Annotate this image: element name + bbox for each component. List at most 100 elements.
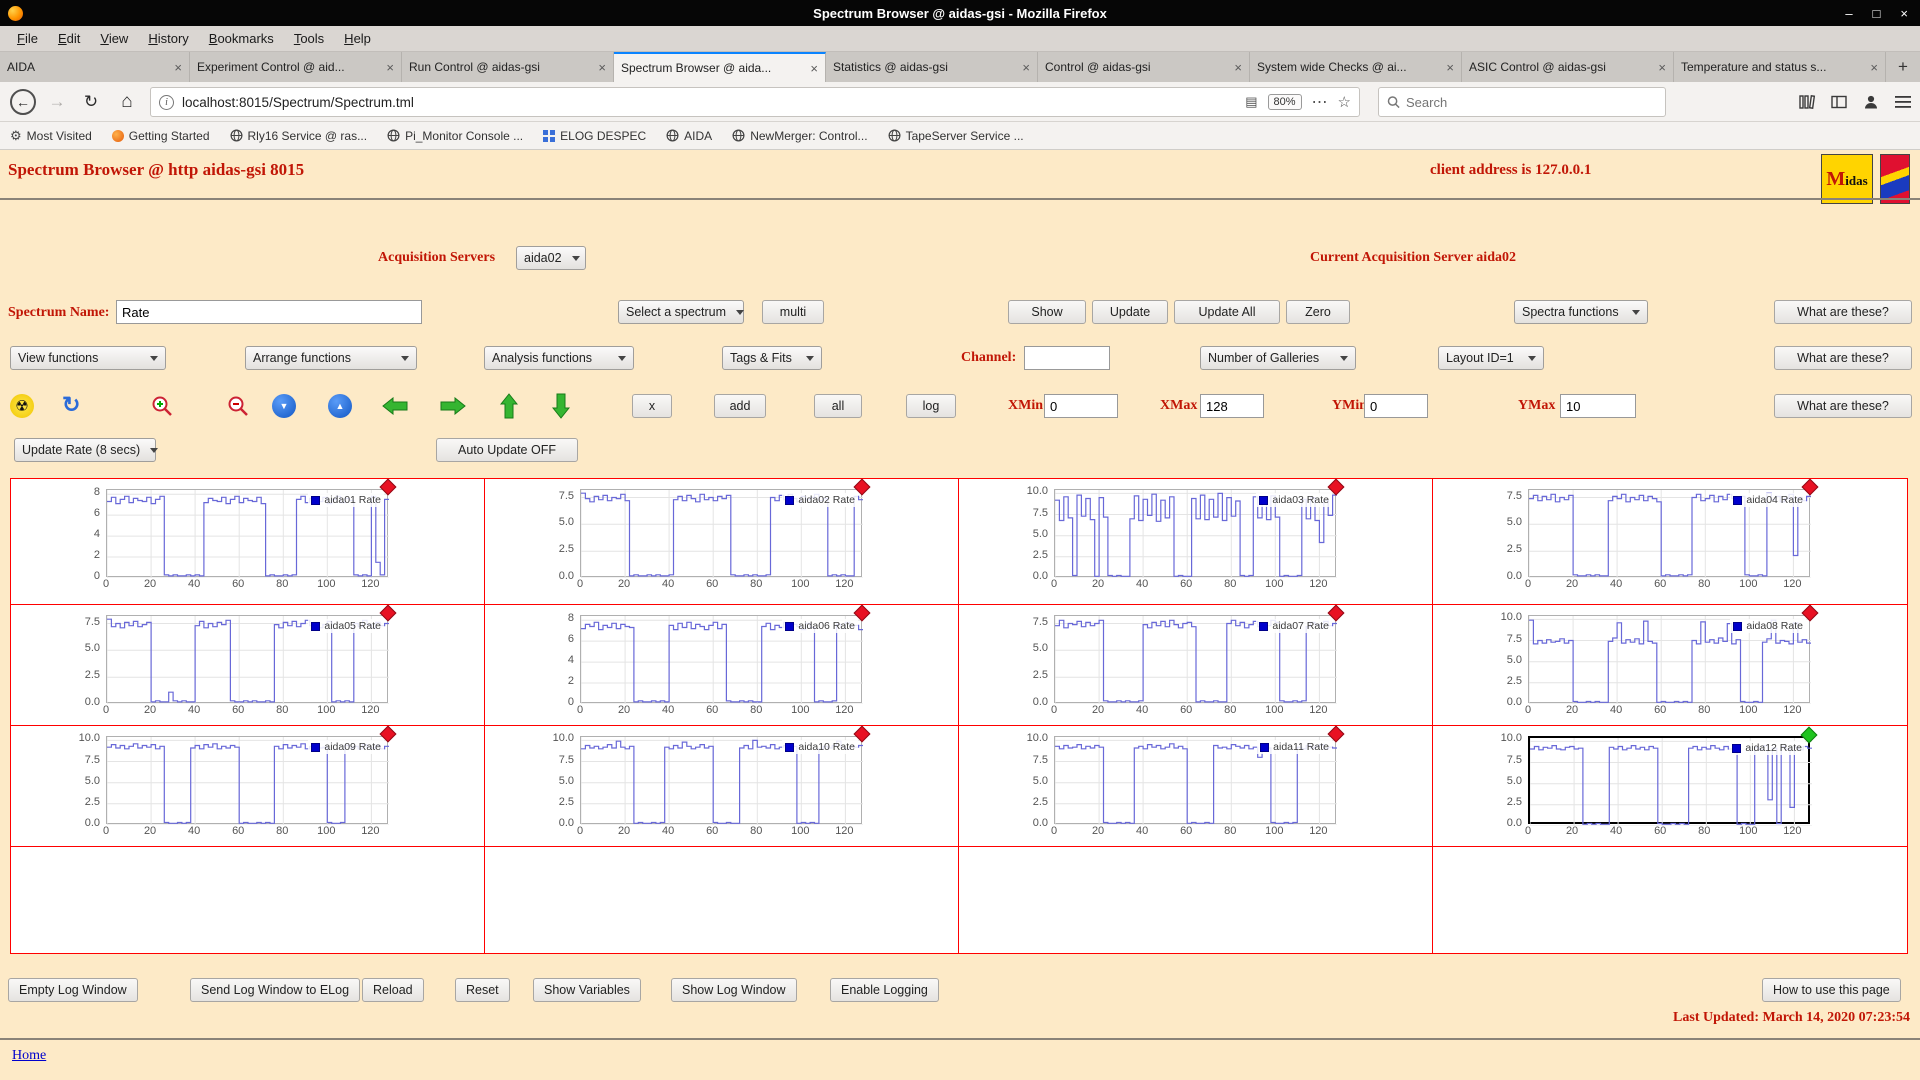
window-minimize-button[interactable]: –: [1845, 6, 1852, 21]
shift-up-icon[interactable]: ▲: [328, 394, 352, 418]
bookmark-aida[interactable]: AIDA: [666, 129, 712, 143]
move-up-icon[interactable]: [499, 393, 519, 422]
how-to-use-button[interactable]: How to use this page: [1762, 978, 1901, 1002]
account-icon[interactable]: [1856, 87, 1886, 117]
tab-temperature[interactable]: Temperature and status s... ×: [1674, 52, 1886, 82]
arrange-functions-select[interactable]: Arrange functions: [245, 346, 417, 370]
auto-update-button[interactable]: Auto Update OFF: [436, 438, 578, 462]
tab-close-icon[interactable]: ×: [810, 61, 818, 76]
bookmark-tapeserver[interactable]: TapeServer Service ...: [888, 129, 1024, 143]
chart-plot-area[interactable]: aida07 Rate: [1054, 604, 1345, 705]
chart-plot-area[interactable]: aida09 Rate: [106, 725, 397, 826]
reset-button[interactable]: Reset: [455, 978, 510, 1002]
chart-plot-area[interactable]: aida11 Rate: [1054, 725, 1345, 826]
chart-aida06[interactable]: 8 6 4 2 0 aida06 Rate 0 20 40 60 80 100 120: [568, 604, 871, 717]
tab-close-icon[interactable]: ×: [1658, 60, 1666, 75]
tab-statistics[interactable]: Statistics @ aidas-gsi ×: [826, 52, 1038, 82]
sidebar-icon[interactable]: [1824, 87, 1854, 117]
what-are-these-button-3[interactable]: What are these?: [1774, 394, 1912, 418]
url-bar[interactable]: i localhost:8015/Spectrum/Spectrum.tml ▤…: [150, 87, 1360, 117]
tab-close-icon[interactable]: ×: [174, 60, 182, 75]
zoom-level-badge[interactable]: 80%: [1267, 94, 1302, 110]
forward-button[interactable]: →: [42, 87, 72, 117]
spectra-functions-select[interactable]: Spectra functions: [1514, 300, 1648, 324]
ymin-input[interactable]: [1364, 394, 1428, 418]
move-right-icon[interactable]: [440, 396, 466, 418]
channel-input[interactable]: [1024, 346, 1110, 370]
chart-plot-area[interactable]: aida04 Rate: [1528, 478, 1819, 579]
bookmark-star-icon[interactable]: ☆: [1338, 93, 1351, 111]
move-left-icon[interactable]: [382, 396, 408, 418]
tab-close-icon[interactable]: ×: [1446, 60, 1454, 75]
xmax-input[interactable]: [1200, 394, 1264, 418]
menu-view[interactable]: View: [91, 28, 137, 49]
tab-close-icon[interactable]: ×: [1870, 60, 1878, 75]
tab-experiment-control[interactable]: Experiment Control @ aid... ×: [190, 52, 402, 82]
what-are-these-button-2[interactable]: What are these?: [1774, 346, 1912, 370]
menu-edit[interactable]: Edit: [49, 28, 89, 49]
chart-plot-area[interactable]: aida10 Rate: [580, 725, 871, 826]
chart-plot-area[interactable]: aida02 Rate: [580, 478, 871, 579]
ymax-input[interactable]: [1560, 394, 1636, 418]
enable-logging-button[interactable]: Enable Logging: [830, 978, 939, 1002]
zoom-out-icon[interactable]: [226, 394, 250, 421]
update-button[interactable]: Update: [1092, 300, 1168, 324]
tab-close-icon[interactable]: ×: [1022, 60, 1030, 75]
acquisition-server-select[interactable]: aida02: [516, 246, 586, 270]
chart-aida01[interactable]: 8 6 4 2 0 aida01 Rate 0 20 40 60 80 100 120: [94, 478, 397, 591]
tab-spectrum-browser[interactable]: Spectrum Browser @ aida... ×: [614, 52, 826, 82]
search-bar[interactable]: [1378, 87, 1666, 117]
all-button[interactable]: all: [814, 394, 862, 418]
bookmark-rly16-service[interactable]: Rly16 Service @ ras...: [230, 129, 367, 143]
update-all-button[interactable]: Update All: [1174, 300, 1280, 324]
xmin-input[interactable]: [1044, 394, 1118, 418]
menu-help[interactable]: Help: [335, 28, 380, 49]
tab-run-control[interactable]: Run Control @ aidas-gsi ×: [402, 52, 614, 82]
back-button[interactable]: ←: [8, 87, 38, 117]
chart-plot-area[interactable]: aida05 Rate: [106, 604, 397, 705]
select-a-spectrum-select[interactable]: Select a spectrum: [618, 300, 745, 324]
bookmark-pi-monitor[interactable]: Pi_Monitor Console ...: [387, 129, 523, 143]
update-rate-select[interactable]: Update Rate (8 secs): [14, 438, 159, 462]
show-variables-button[interactable]: Show Variables: [533, 978, 641, 1002]
chart-aida12[interactable]: 10.0 7.5 5.0 2.5 0.0 aida12 Rate 0 20 40 60 80 100 1…: [1501, 726, 1818, 838]
chart-aida08[interactable]: 10.0 7.5 5.0 2.5 0.0 aida08 Rate 0 20 40 60 80 100 1…: [1501, 604, 1819, 717]
menu-bookmarks[interactable]: Bookmarks: [200, 28, 283, 49]
library-icon[interactable]: [1792, 87, 1822, 117]
layout-id-select[interactable]: Layout ID=1: [1438, 346, 1544, 370]
tags-fits-select[interactable]: Tags & Fits: [722, 346, 822, 370]
window-maximize-button[interactable]: □: [1873, 6, 1881, 21]
chart-plot-area[interactable]: aida06 Rate: [580, 604, 871, 705]
move-down-icon[interactable]: [551, 393, 571, 422]
fzj-logo[interactable]: [1880, 154, 1910, 204]
spectrum-name-input[interactable]: [116, 300, 422, 324]
url-text[interactable]: localhost:8015/Spectrum/Spectrum.tml: [182, 95, 1237, 110]
add-button[interactable]: add: [714, 394, 766, 418]
chart-plot-area[interactable]: aida08 Rate: [1528, 604, 1819, 705]
page-actions-icon[interactable]: ⋯: [1312, 92, 1328, 112]
bookmark-getting-started[interactable]: Getting Started: [111, 129, 210, 143]
tab-close-icon[interactable]: ×: [598, 60, 606, 75]
hamburger-menu-icon[interactable]: [1888, 87, 1918, 117]
what-are-these-button-1[interactable]: What are these?: [1774, 300, 1912, 324]
site-info-icon[interactable]: i: [159, 94, 174, 110]
chart-aida10[interactable]: 10.0 7.5 5.0 2.5 0.0 aida10 Rate 0 20 40 60 80 100 1…: [553, 725, 871, 838]
new-tab-button[interactable]: +: [1886, 52, 1920, 82]
view-functions-select[interactable]: View functions: [10, 346, 166, 370]
home-link[interactable]: Home: [12, 1048, 46, 1064]
tab-control[interactable]: Control @ aidas-gsi ×: [1038, 52, 1250, 82]
home-button[interactable]: ⌂: [112, 87, 142, 117]
chart-aida09[interactable]: 10.0 7.5 5.0 2.5 0.0 aida09 Rate 0 20 40 60 80 100 1…: [79, 725, 397, 838]
show-button[interactable]: Show: [1008, 300, 1086, 324]
reader-mode-icon[interactable]: ▤: [1245, 94, 1257, 110]
window-close-button[interactable]: ×: [1900, 6, 1908, 21]
menu-file[interactable]: File: [8, 28, 47, 49]
tab-system-checks[interactable]: System wide Checks @ ai... ×: [1250, 52, 1462, 82]
bookmark-elog-despec[interactable]: ELOG DESPEC: [543, 129, 646, 143]
analysis-functions-select[interactable]: Analysis functions: [484, 346, 634, 370]
menu-tools[interactable]: Tools: [285, 28, 333, 49]
zero-button[interactable]: Zero: [1286, 300, 1350, 324]
x-button[interactable]: x: [632, 394, 672, 418]
chart-aida04[interactable]: 7.5 5.0 2.5 0.0 aida04 Rate 0 20 40 60 80 100 120: [1507, 478, 1819, 591]
menu-history[interactable]: History: [139, 28, 197, 49]
